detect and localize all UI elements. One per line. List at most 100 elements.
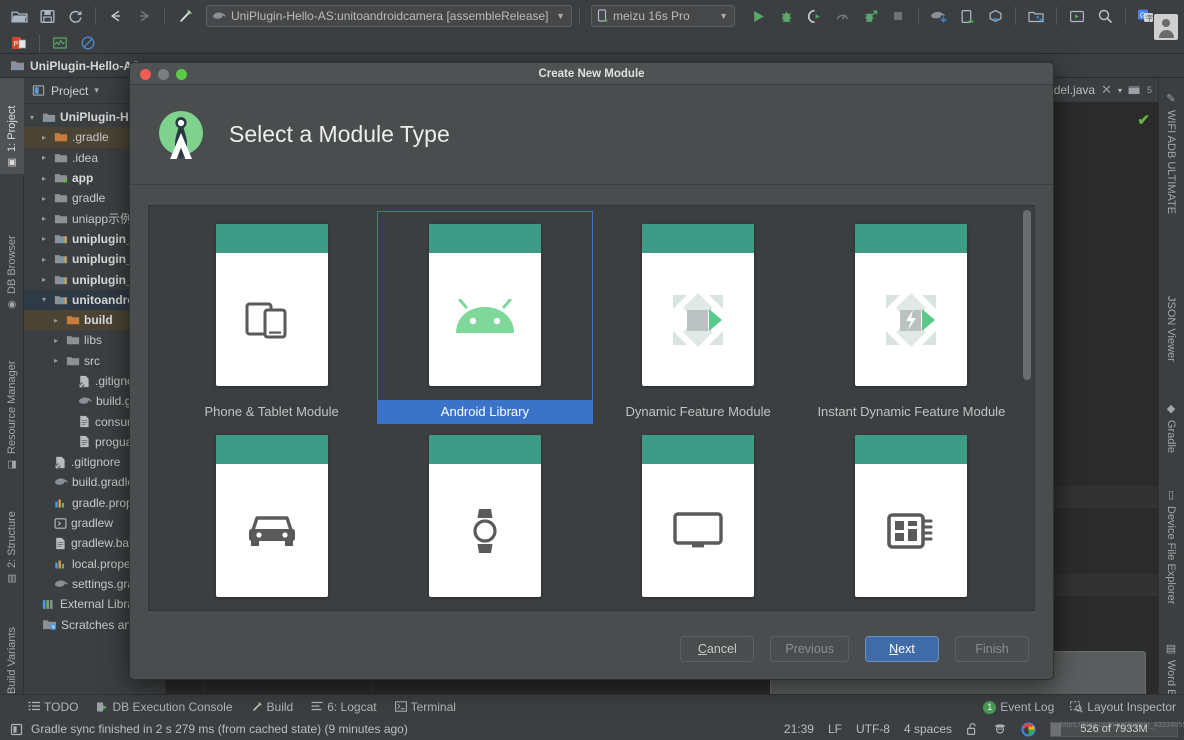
inspection-ok-icon[interactable]: ✔ (1137, 111, 1150, 129)
module-card-thumbnail[interactable] (428, 435, 541, 597)
stop-icon[interactable] (885, 4, 911, 28)
module-card-label: Instant Dynamic Feature Module (817, 404, 1006, 419)
chevron-down-icon[interactable]: ▾ (38, 295, 50, 304)
module-card-label: Android Library (378, 400, 592, 423)
tree-node-label: .gradle (72, 130, 109, 145)
run-coverage-icon[interactable] (801, 4, 827, 28)
chevron-right-icon[interactable]: ▸ (38, 133, 50, 142)
module-icon (54, 253, 68, 265)
cancel-button[interactable]: Cancel (680, 636, 755, 662)
avd-manager-icon[interactable] (954, 4, 980, 28)
disable-icon[interactable] (75, 31, 101, 55)
run-configuration-selector[interactable]: UniPlugin-Hello-AS:unitoandroidcamera [a… (206, 5, 572, 27)
bottom-tab-todo[interactable]: TODO (28, 700, 78, 714)
gallery-scrollbar[interactable] (1023, 210, 1031, 380)
module-type-card[interactable]: Android Library (377, 211, 593, 424)
chevron-right-icon[interactable]: ▸ (38, 275, 50, 284)
split-editor-icon[interactable] (1128, 85, 1141, 96)
chevron-right-icon[interactable]: ▸ (38, 153, 50, 162)
dialog-heading: Select a Module Type (229, 121, 450, 147)
bottom-tab-event-log[interactable]: 1 Event Log (983, 700, 1054, 714)
profiler-chart-icon[interactable] (47, 31, 73, 55)
chevron-right-icon[interactable]: ▸ (38, 255, 50, 264)
module-card-thumbnail[interactable] (215, 435, 328, 597)
module-card-thumbnail[interactable] (215, 224, 328, 386)
device-selector[interactable]: meizu 16s Pro ▼ (591, 5, 735, 27)
sidebar-item-json-viewer[interactable]: JSON Viewer (1158, 290, 1184, 382)
module-type-card[interactable] (805, 423, 1018, 597)
tree-node-label: .idea (72, 150, 99, 165)
folder-icon (54, 192, 68, 204)
bottom-tab-build[interactable]: Build (251, 700, 293, 714)
chevron-right-icon[interactable]: ▸ (50, 356, 62, 365)
sync-gradle-icon[interactable] (926, 4, 952, 28)
powerpoint-icon[interactable]: P (6, 31, 32, 55)
sidebar-item-label: 1: Project (6, 105, 18, 152)
module-card-thumbnail[interactable] (855, 224, 968, 386)
status-encoding[interactable]: UTF-8 (856, 722, 890, 736)
forward-arrow-icon[interactable] (131, 4, 157, 28)
module-type-card[interactable]: Instant Dynamic Feature Module (805, 212, 1018, 423)
status-line-separator[interactable]: LF (828, 722, 842, 736)
search-everywhere-icon[interactable] (1092, 4, 1118, 28)
module-type-card[interactable] (592, 423, 805, 597)
attach-debugger-icon[interactable] (857, 4, 883, 28)
module-icon (54, 274, 68, 286)
sidebar-item-resource-manager[interactable]: ◧ Resource Manager (0, 328, 24, 476)
breadcrumb-project[interactable]: UniPlugin-Hello-AS (30, 59, 140, 73)
close-button[interactable] (140, 69, 151, 80)
zoom-button[interactable] (176, 69, 187, 80)
bottom-tab-logcat[interactable]: 6: Logcat (311, 700, 377, 714)
sidebar-item-structure[interactable]: ▥ 2: Structure (0, 486, 24, 590)
sidebar-item-project[interactable]: ▣ 1: Project (0, 78, 24, 174)
module-type-gallery[interactable]: Phone & Tablet Module Android Library Dyna… (148, 205, 1035, 611)
save-all-icon[interactable] (34, 4, 60, 28)
status-indent[interactable]: 4 spaces (904, 722, 952, 736)
next-button[interactable]: Next (865, 636, 939, 662)
chevron-right-icon[interactable]: ▸ (38, 194, 50, 203)
project-structure-icon[interactable] (1023, 4, 1049, 28)
module-type-card[interactable] (165, 423, 378, 597)
sidebar-item-label: DB Browser (6, 235, 18, 294)
chevron-down-icon[interactable]: ▾ (26, 113, 38, 122)
sidebar-item-wifi-adb[interactable]: ✎ WIFI ADB ULTIMATE (1158, 86, 1184, 276)
bottom-tab-db-execution-console[interactable]: DB Execution Console (96, 700, 233, 714)
close-icon[interactable]: ✕ (1101, 82, 1112, 98)
unlocked-icon[interactable] (966, 722, 979, 736)
sidebar-item-db-browser[interactable]: ◉ DB Browser (0, 208, 24, 316)
module-card-thumbnail[interactable] (428, 224, 541, 386)
layout-editor-icon[interactable] (1064, 4, 1090, 28)
chevron-down-icon[interactable]: ▾ (94, 85, 99, 96)
sdk-manager-icon[interactable] (982, 4, 1008, 28)
sync-refresh-icon[interactable] (62, 4, 88, 28)
chevron-right-icon[interactable]: ▸ (50, 316, 62, 325)
chevron-right-icon[interactable]: ▸ (38, 234, 50, 243)
module-card-thumbnail[interactable] (855, 435, 968, 597)
dialog-titlebar[interactable]: Create New Module (130, 63, 1053, 85)
bottom-tab-terminal[interactable]: Terminal (394, 700, 456, 714)
run-icon[interactable] (745, 4, 771, 28)
module-card-thumbnail[interactable] (642, 435, 755, 597)
back-arrow-icon[interactable] (103, 4, 129, 28)
module-card-label: Phone & Tablet Module (204, 404, 339, 419)
chevron-down-icon[interactable]: ▾ (1118, 86, 1122, 95)
module-type-card[interactable]: Dynamic Feature Module (592, 212, 805, 423)
build-hammer-icon[interactable] (172, 4, 198, 28)
sidebar-item-gradle[interactable]: ◆ Gradle (1158, 396, 1184, 472)
open-folder-icon[interactable] (6, 4, 32, 28)
status-document-icon[interactable] (10, 723, 23, 736)
sidebar-item-device-file-explorer[interactable]: ▯ Device File Explorer (1158, 482, 1184, 628)
profile-icon[interactable] (829, 4, 855, 28)
module-type-card[interactable] (378, 423, 591, 597)
module-card-thumbnail[interactable] (642, 224, 755, 386)
chevron-right-icon[interactable]: ▸ (38, 174, 50, 183)
google-translate-icon[interactable] (1021, 722, 1036, 737)
debug-icon[interactable] (773, 4, 799, 28)
hector-inspector-icon[interactable] (993, 722, 1007, 736)
chevron-right-icon[interactable]: ▸ (50, 336, 62, 345)
chevron-right-icon[interactable]: ▸ (38, 214, 50, 223)
module-type-card[interactable]: Phone & Tablet Module (165, 212, 378, 423)
phone-tablet-icon (243, 253, 301, 386)
bottom-tab-layout-inspector[interactable]: Layout Inspector (1070, 700, 1176, 714)
minimize-button[interactable] (158, 69, 169, 80)
